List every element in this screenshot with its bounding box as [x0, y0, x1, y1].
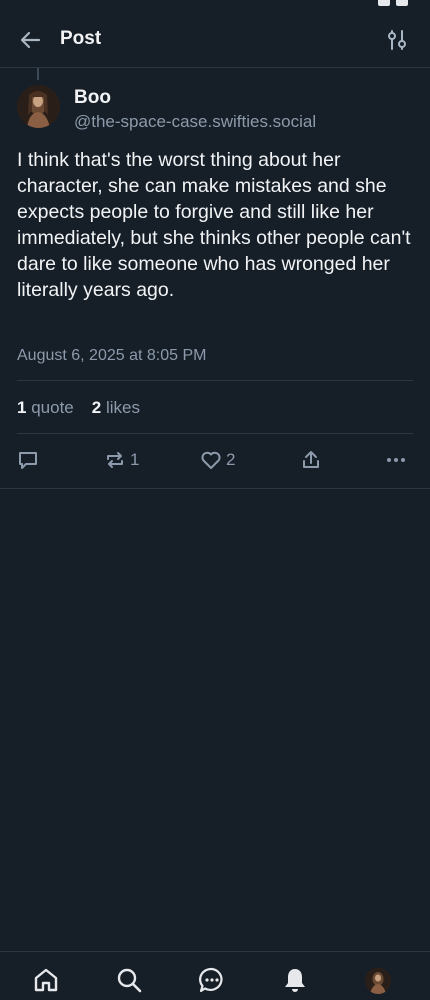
repost-button[interactable]: 1: [104, 448, 139, 472]
quotes-label: quote: [31, 398, 74, 417]
header: Post: [0, 10, 430, 68]
heart-icon: [201, 451, 221, 469]
divider: [17, 380, 413, 381]
tab-chat[interactable]: [198, 966, 226, 994]
filter-button[interactable]: [386, 28, 408, 52]
avatar: [365, 968, 391, 994]
like-button[interactable]: 2: [200, 448, 235, 472]
bottom-tab-bar: [0, 951, 430, 1000]
author-handle[interactable]: @the-space-case.swifties.social: [74, 112, 316, 132]
avatar[interactable]: [17, 85, 60, 128]
repost-count: 1: [130, 450, 140, 469]
chat-icon: [199, 967, 223, 993]
bell-icon: [285, 969, 305, 992]
reply-icon: [19, 452, 37, 469]
more-button[interactable]: [385, 448, 407, 472]
tab-notifications[interactable]: [281, 966, 309, 994]
reply-button[interactable]: [17, 448, 39, 472]
system-icons: [378, 0, 408, 6]
thread-connector: [37, 68, 39, 80]
divider: [17, 433, 413, 434]
back-arrow-icon: [20, 31, 41, 49]
page-title: Post: [60, 28, 102, 49]
likes-stat[interactable]: 2 likes: [92, 398, 140, 418]
share-button[interactable]: [300, 448, 322, 472]
back-button[interactable]: [18, 27, 44, 53]
like-count: 2: [226, 450, 236, 469]
likes-label: likes: [105, 398, 140, 417]
status-bar: [0, 0, 430, 10]
more-icon: [387, 458, 405, 462]
tab-home[interactable]: [32, 966, 60, 994]
post-actions: 1 2: [0, 448, 430, 488]
search-icon: [117, 968, 142, 993]
post-bottom-border: [0, 488, 430, 489]
post-stats: 1 quote 2 likes: [17, 398, 140, 418]
tab-profile[interactable]: [365, 968, 391, 994]
repost-icon: [107, 452, 123, 468]
filter-icon: [388, 30, 406, 50]
share-icon: [303, 451, 319, 468]
author-name[interactable]: Boo: [74, 87, 111, 109]
quotes-stat[interactable]: 1 quote: [17, 398, 74, 418]
home-icon: [34, 968, 58, 992]
quotes-count: 1: [17, 398, 27, 417]
likes-count: 2: [91, 398, 102, 417]
avatar-image: [17, 85, 60, 128]
tab-search[interactable]: [115, 966, 143, 994]
post-timestamp: August 6, 2025 at 8:05 PM: [17, 347, 207, 364]
post-text: I think that's the worst thing about her…: [17, 149, 411, 301]
